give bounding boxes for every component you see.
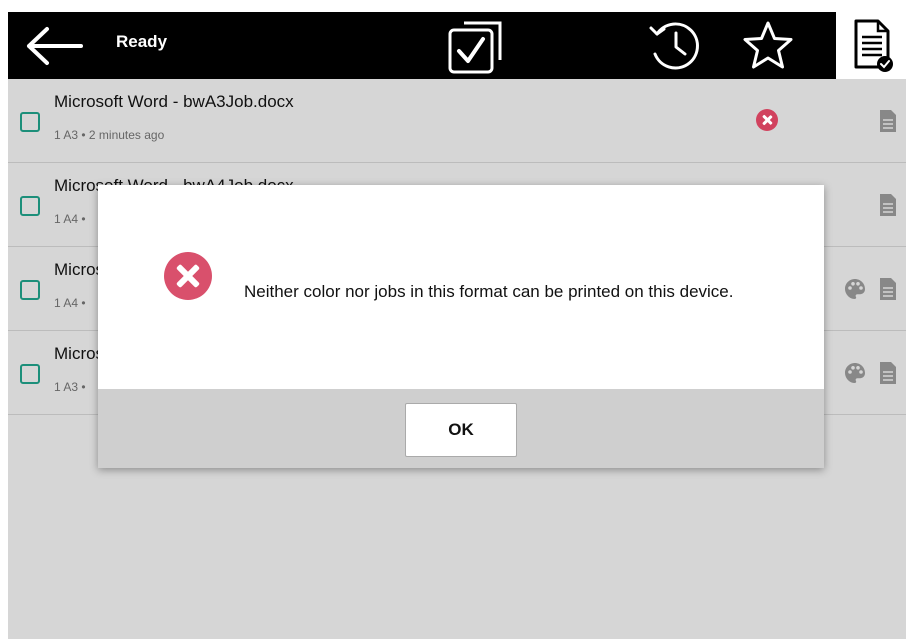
top-bar: Ready <box>8 12 906 79</box>
back-arrow-icon <box>27 26 83 65</box>
job-meta: 1 A4 • <box>54 212 86 226</box>
select-all-icon <box>448 21 502 73</box>
history-button[interactable] <box>644 12 708 79</box>
job-title: Micros <box>54 344 105 363</box>
job-title: Microsoft Word - bwA3Job.docx <box>54 92 294 111</box>
document-icon <box>880 110 896 132</box>
job-checkbox[interactable] <box>20 112 40 132</box>
print-jobs-button[interactable] <box>836 12 906 79</box>
document-icon <box>880 362 896 384</box>
favorites-button[interactable] <box>736 12 800 79</box>
dialog-message: Neither color nor jobs in this format ca… <box>244 282 734 301</box>
back-button[interactable] <box>16 12 92 79</box>
job-meta: 1 A3 • <box>54 380 86 394</box>
document-icon <box>880 278 896 300</box>
error-dialog: Neither color nor jobs in this format ca… <box>98 185 824 468</box>
job-meta: 1 A4 • <box>54 296 86 310</box>
delete-job-icon[interactable] <box>756 109 778 131</box>
history-icon <box>649 21 699 69</box>
job-checkbox[interactable] <box>20 364 40 384</box>
color-palette-icon <box>845 363 865 383</box>
job-checkbox[interactable] <box>20 280 40 300</box>
job-row[interactable]: Microsoft Word - bwA3Job.docx 1 A3 • 2 m… <box>8 79 906 163</box>
star-icon <box>743 21 793 68</box>
job-meta: 1 A3 • 2 minutes ago <box>54 128 165 142</box>
job-title: Micros <box>54 260 105 279</box>
status-text: Ready <box>116 32 168 51</box>
job-checkbox[interactable] <box>20 196 40 216</box>
print-jobs-icon <box>854 19 893 72</box>
error-icon <box>164 252 212 300</box>
dialog-footer: OK <box>98 389 824 468</box>
document-icon <box>880 194 896 216</box>
ok-button[interactable]: OK <box>405 403 517 457</box>
select-all-button[interactable] <box>440 12 508 79</box>
color-palette-icon <box>845 279 865 299</box>
